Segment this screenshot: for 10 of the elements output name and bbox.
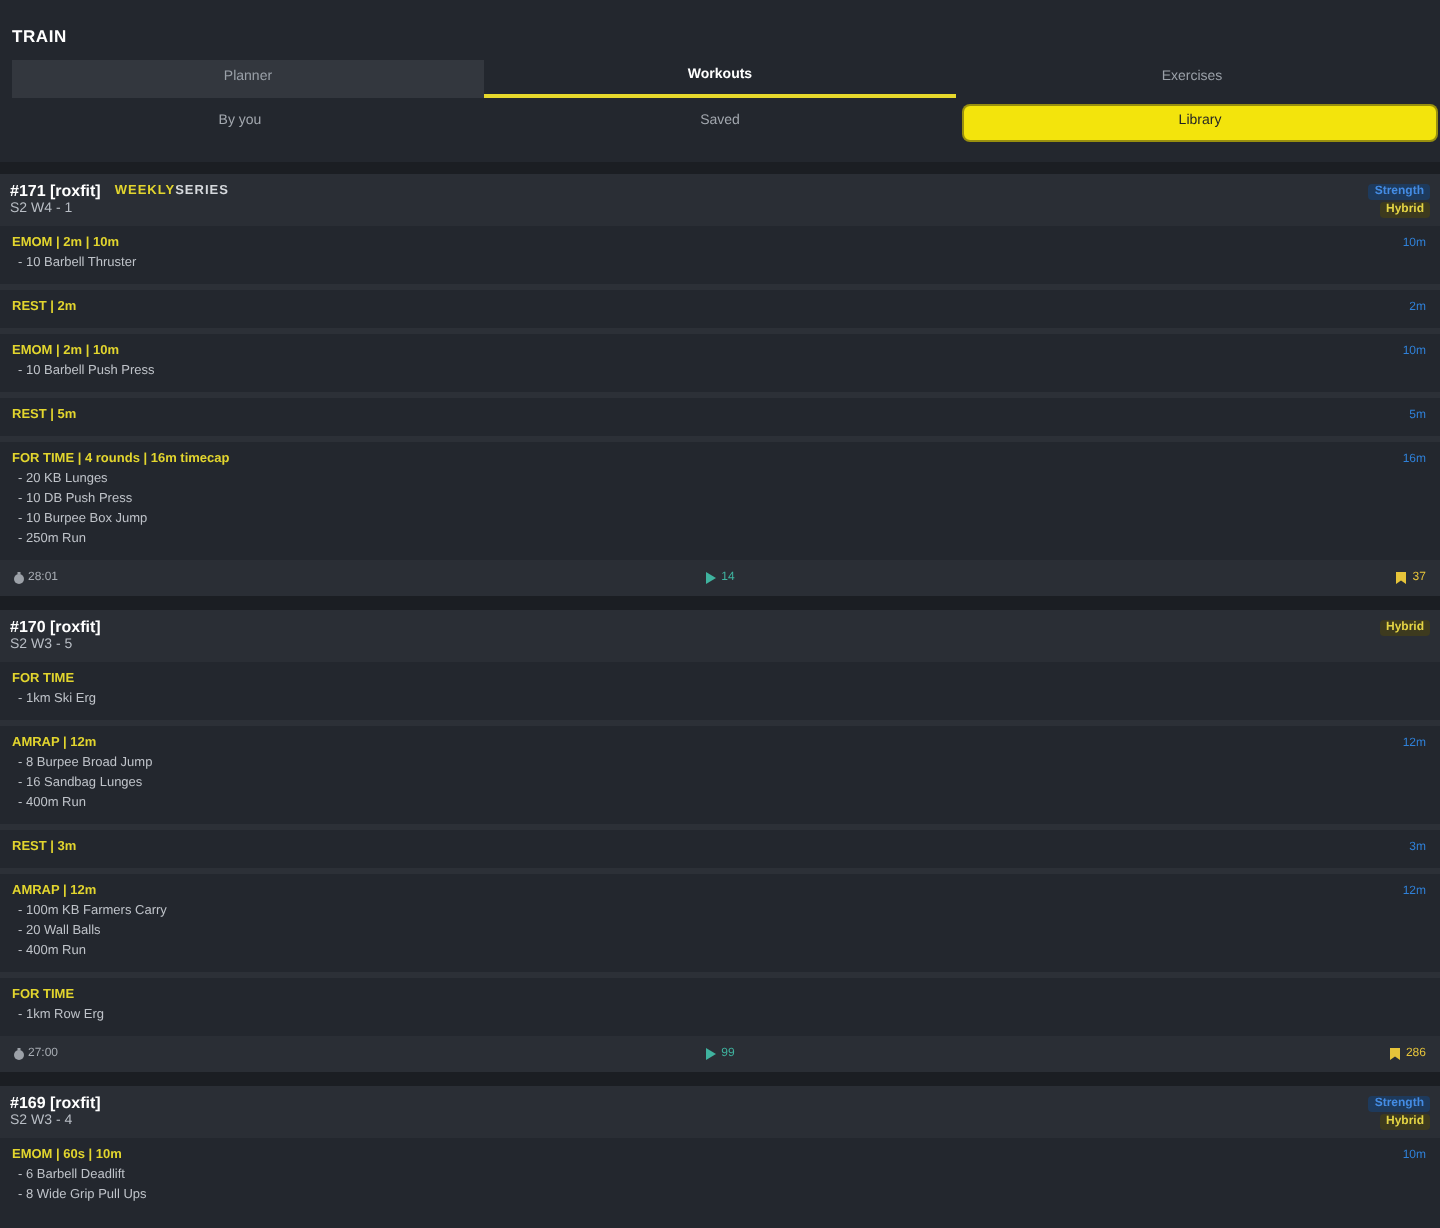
play-icon — [705, 1048, 716, 1060]
workout-title: #170 [roxfit] — [10, 618, 101, 638]
workout-title: #171 [roxfit] — [10, 182, 101, 202]
stopwatch-icon — [14, 1048, 24, 1060]
workout-title: #169 [roxfit] — [10, 1094, 101, 1114]
page-title: TRAIN — [12, 26, 69, 46]
stopwatch-icon — [14, 572, 24, 584]
play-icon — [705, 572, 716, 584]
bookmark-icon — [1389, 1048, 1400, 1060]
bookmark-icon — [1396, 572, 1407, 584]
